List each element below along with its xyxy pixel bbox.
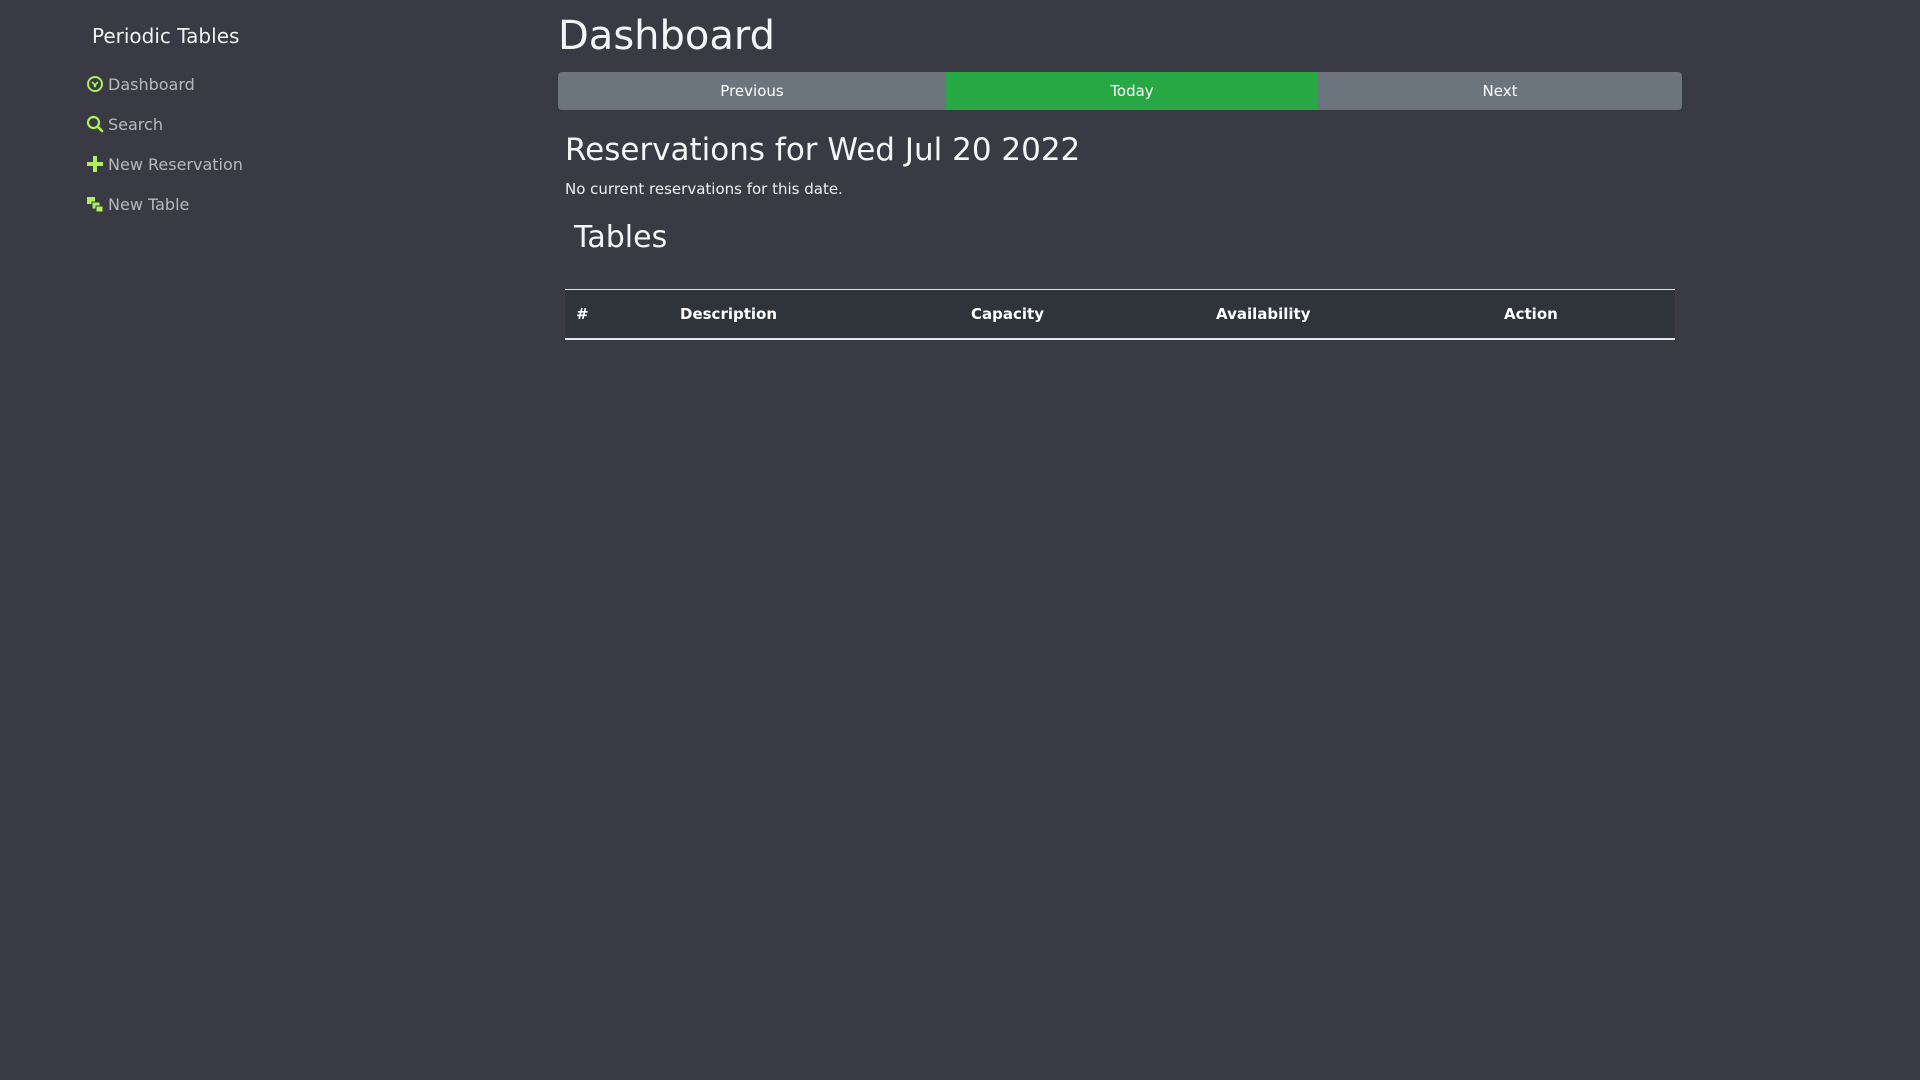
sidebar-nav: Dashboard Search New Reservation New Tab… (86, 64, 486, 224)
dashboard-icon (86, 75, 104, 93)
reservations-empty-message: No current reservations for this date. (565, 180, 843, 198)
column-header-action: Action (1493, 289, 1675, 340)
tables-heading: Tables (574, 220, 668, 255)
reservations-heading: Reservations for Wed Jul 20 2022 (565, 132, 1081, 168)
previous-button[interactable]: Previous (558, 72, 946, 110)
column-header-availability: Availability (1205, 289, 1493, 340)
app-root: Periodic Tables Dashboard Search New Res… (0, 0, 1920, 1080)
sidebar-item-new-table[interactable]: New Table (86, 184, 486, 224)
sidebar-item-label: Dashboard (108, 74, 195, 94)
search-icon (86, 115, 104, 133)
brand-title[interactable]: Periodic Tables (92, 24, 486, 48)
sidebar-item-label: New Reservation (108, 154, 243, 174)
column-header-description: Description (669, 289, 960, 340)
sidebar-item-dashboard[interactable]: Dashboard (86, 64, 486, 104)
sidebar: Periodic Tables Dashboard Search New Res… (86, 20, 486, 224)
sidebar-item-search[interactable]: Search (86, 104, 486, 144)
date-nav-group: Previous Today Next (558, 72, 1682, 110)
next-button[interactable]: Next (1318, 72, 1682, 110)
table-header-row: # Description Capacity Availability Acti… (565, 289, 1675, 340)
today-button[interactable]: Today (946, 72, 1318, 110)
sidebar-item-label: Search (108, 114, 163, 134)
column-header-capacity: Capacity (960, 289, 1205, 340)
sidebar-item-label: New Table (108, 194, 190, 214)
plus-icon (86, 155, 104, 173)
layers-icon (86, 195, 104, 213)
column-header-number: # (565, 289, 669, 340)
tables-table: # Description Capacity Availability Acti… (565, 289, 1675, 340)
sidebar-item-new-reservation[interactable]: New Reservation (86, 144, 486, 184)
main-content: Dashboard Previous Today Next Reservatio… (558, 10, 1682, 340)
page-title: Dashboard (558, 13, 776, 59)
